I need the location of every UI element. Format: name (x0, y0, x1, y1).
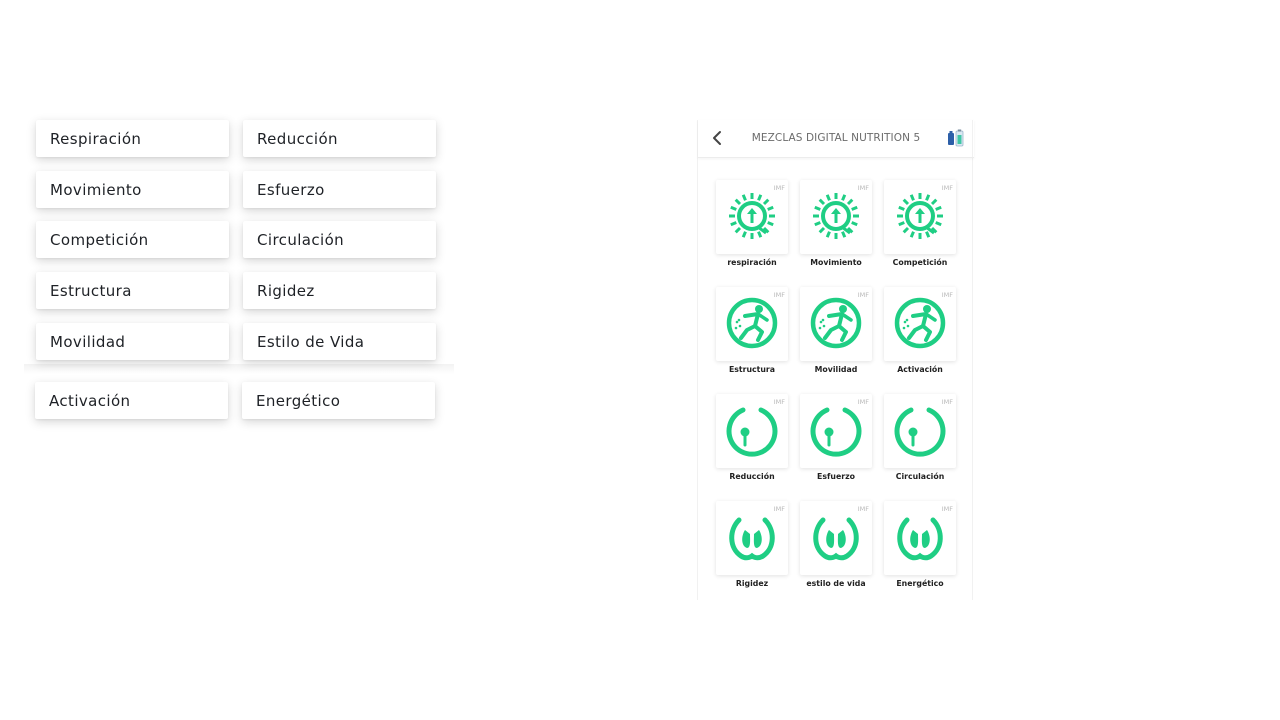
blend-tile[interactable]: IMF (884, 394, 956, 468)
blend-tile-label: Activación (897, 365, 943, 374)
blend-tile-label: Estructura (728, 365, 776, 374)
esfuerzo-button[interactable]: Esfuerzo (243, 171, 436, 208)
lungs-icon (729, 517, 775, 561)
blend-tile-label: Esfuerzo (817, 472, 855, 481)
movilidad-button[interactable]: Movilidad (36, 323, 229, 360)
blend-tile[interactable]: IMF (800, 394, 872, 468)
imf-badge: IMF (941, 184, 953, 192)
divider (24, 364, 454, 374)
movimiento-button[interactable]: Movimiento (36, 171, 229, 208)
seed-ring-icon (894, 407, 946, 457)
runner-icon (810, 297, 862, 349)
blend-tile[interactable]: IMF (716, 180, 788, 254)
lungs-icon (813, 517, 859, 561)
circulacion-button[interactable]: Circulación (243, 221, 436, 258)
blend-tile[interactable]: IMF (884, 501, 956, 575)
phone-title: MEZCLAS DIGITAL NUTRITION 5 (751, 132, 921, 144)
blend-tile-label: Reducción (729, 472, 775, 481)
blend-tile-label: Competición (892, 258, 948, 267)
imf-badge: IMF (941, 398, 953, 406)
imf-badge: IMF (773, 291, 785, 299)
blend-tile[interactable]: IMF (800, 287, 872, 361)
lungs-icon (897, 517, 943, 561)
runner-icon (726, 297, 778, 349)
blend-tile[interactable]: IMF (884, 287, 956, 361)
imf-badge: IMF (857, 398, 869, 406)
reduccion-button[interactable]: Reducción (243, 120, 436, 157)
sun-arrow-icon (897, 193, 943, 239)
imf-badge: IMF (941, 291, 953, 299)
bottle-icon[interactable] (946, 128, 966, 148)
blend-tile[interactable]: IMF (716, 287, 788, 361)
competicion-button[interactable]: Competición (36, 221, 229, 258)
sun-arrow-icon (813, 193, 859, 239)
runner-icon (894, 297, 946, 349)
activacion-button[interactable]: Activación (35, 382, 228, 419)
blend-tile-label: Rigidez (735, 579, 769, 588)
respiracion-button[interactable]: Respiración (36, 120, 229, 157)
energetico-button[interactable]: Energético (242, 382, 435, 419)
imf-badge: IMF (773, 184, 785, 192)
imf-badge: IMF (857, 291, 869, 299)
blend-tile-label: Energético (896, 579, 944, 588)
blend-tile[interactable]: IMF (716, 501, 788, 575)
estilo-de-vida-button[interactable]: Estilo de Vida (243, 323, 436, 360)
blend-tile[interactable]: IMF (884, 180, 956, 254)
blend-tile-label: Circulación (895, 472, 945, 481)
blend-tile-label: Movilidad (814, 365, 858, 374)
sun-arrow-icon (729, 193, 775, 239)
blend-tile[interactable]: IMF (800, 180, 872, 254)
blend-tile-label: Movimiento (810, 258, 862, 267)
rigidez-button[interactable]: Rigidez (243, 272, 436, 309)
estructura-button[interactable]: Estructura (36, 272, 229, 309)
imf-badge: IMF (773, 505, 785, 513)
seed-ring-icon (810, 407, 862, 457)
imf-badge: IMF (773, 398, 785, 406)
phone-screen: MEZCLAS DIGITAL NUTRITION 5 IMF respiraci… (697, 120, 974, 600)
imf-badge: IMF (941, 505, 953, 513)
blend-tile-label: respiración (727, 258, 777, 267)
blend-tile[interactable]: IMF (800, 501, 872, 575)
imf-badge: IMF (857, 184, 869, 192)
seed-ring-icon (726, 407, 778, 457)
phone-header: MEZCLAS DIGITAL NUTRITION 5 (698, 120, 974, 158)
blend-tile[interactable]: IMF (716, 394, 788, 468)
imf-badge: IMF (857, 505, 869, 513)
blend-tile-label: estilo de vida (806, 579, 866, 588)
